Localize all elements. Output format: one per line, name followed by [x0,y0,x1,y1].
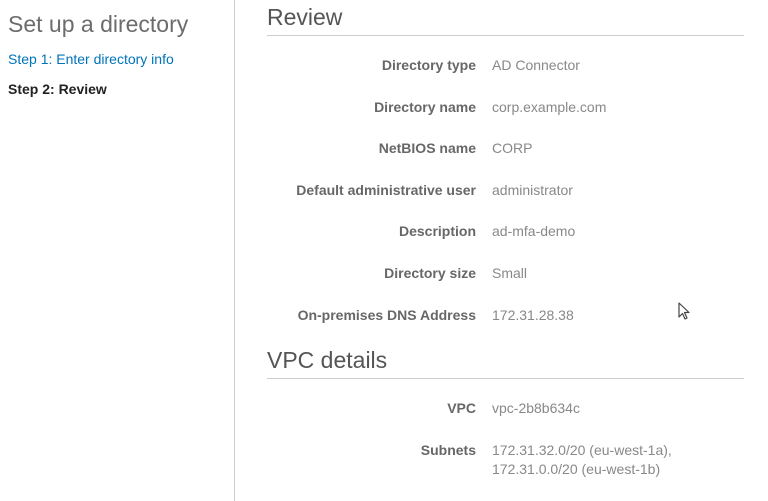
wizard-sidebar: Set up a directory Step 1: Enter directo… [0,0,235,501]
review-label: NetBIOS name [267,140,492,156]
wizard-step-label: Step 2: Review [8,81,107,97]
review-row-description: Description ad-mfa-demo [267,222,744,242]
section-title-vpc: VPC details [267,347,744,374]
main-content: Review Directory type AD Connector Direc… [235,0,768,501]
review-section: Review Directory type AD Connector Direc… [267,4,744,325]
review-label: Description [267,223,492,239]
review-row-subnets: Subnets 172.31.32.0/20 (eu-west-1a), 172… [267,441,744,480]
review-label: Directory name [267,99,492,115]
section-divider [267,35,744,36]
review-row-directory-type: Directory type AD Connector [267,56,744,76]
review-value: administrator [492,181,744,201]
review-value: AD Connector [492,56,744,76]
review-label: Subnets [267,442,492,458]
section-divider [267,378,744,379]
review-value: corp.example.com [492,98,744,118]
vpc-list: VPC vpc-2b8b634c Subnets 172.31.32.0/20 … [267,399,744,480]
review-label: Directory type [267,57,492,73]
review-row-vpc: VPC vpc-2b8b634c [267,399,744,419]
review-value: Small [492,264,744,284]
wizard-step-label: Step 1: Enter directory info [8,51,174,67]
review-row-admin-user: Default administrative user administrato… [267,181,744,201]
wizard-step-2[interactable]: Step 2: Review [8,81,222,97]
review-value: 172.31.32.0/20 (eu-west-1a), 172.31.0.0/… [492,441,744,480]
sidebar-title: Set up a directory [8,10,222,39]
review-label: Default administrative user [267,182,492,198]
review-value: vpc-2b8b634c [492,399,744,419]
review-label: VPC [267,400,492,416]
review-value: 172.31.28.38 [492,306,744,326]
wizard-step-1[interactable]: Step 1: Enter directory info [8,51,222,67]
review-label: On-premises DNS Address [267,307,492,323]
review-row-directory-size: Directory size Small [267,264,744,284]
vpc-section: VPC details VPC vpc-2b8b634c Subnets 172… [267,347,744,480]
section-title-review: Review [267,4,744,31]
review-row-dns-address: On-premises DNS Address 172.31.28.38 [267,306,744,326]
review-value: CORP [492,139,744,159]
review-label: Directory size [267,265,492,281]
review-value: ad-mfa-demo [492,222,744,242]
review-list: Directory type AD Connector Directory na… [267,56,744,325]
review-row-directory-name: Directory name corp.example.com [267,98,744,118]
review-row-netbios-name: NetBIOS name CORP [267,139,744,159]
